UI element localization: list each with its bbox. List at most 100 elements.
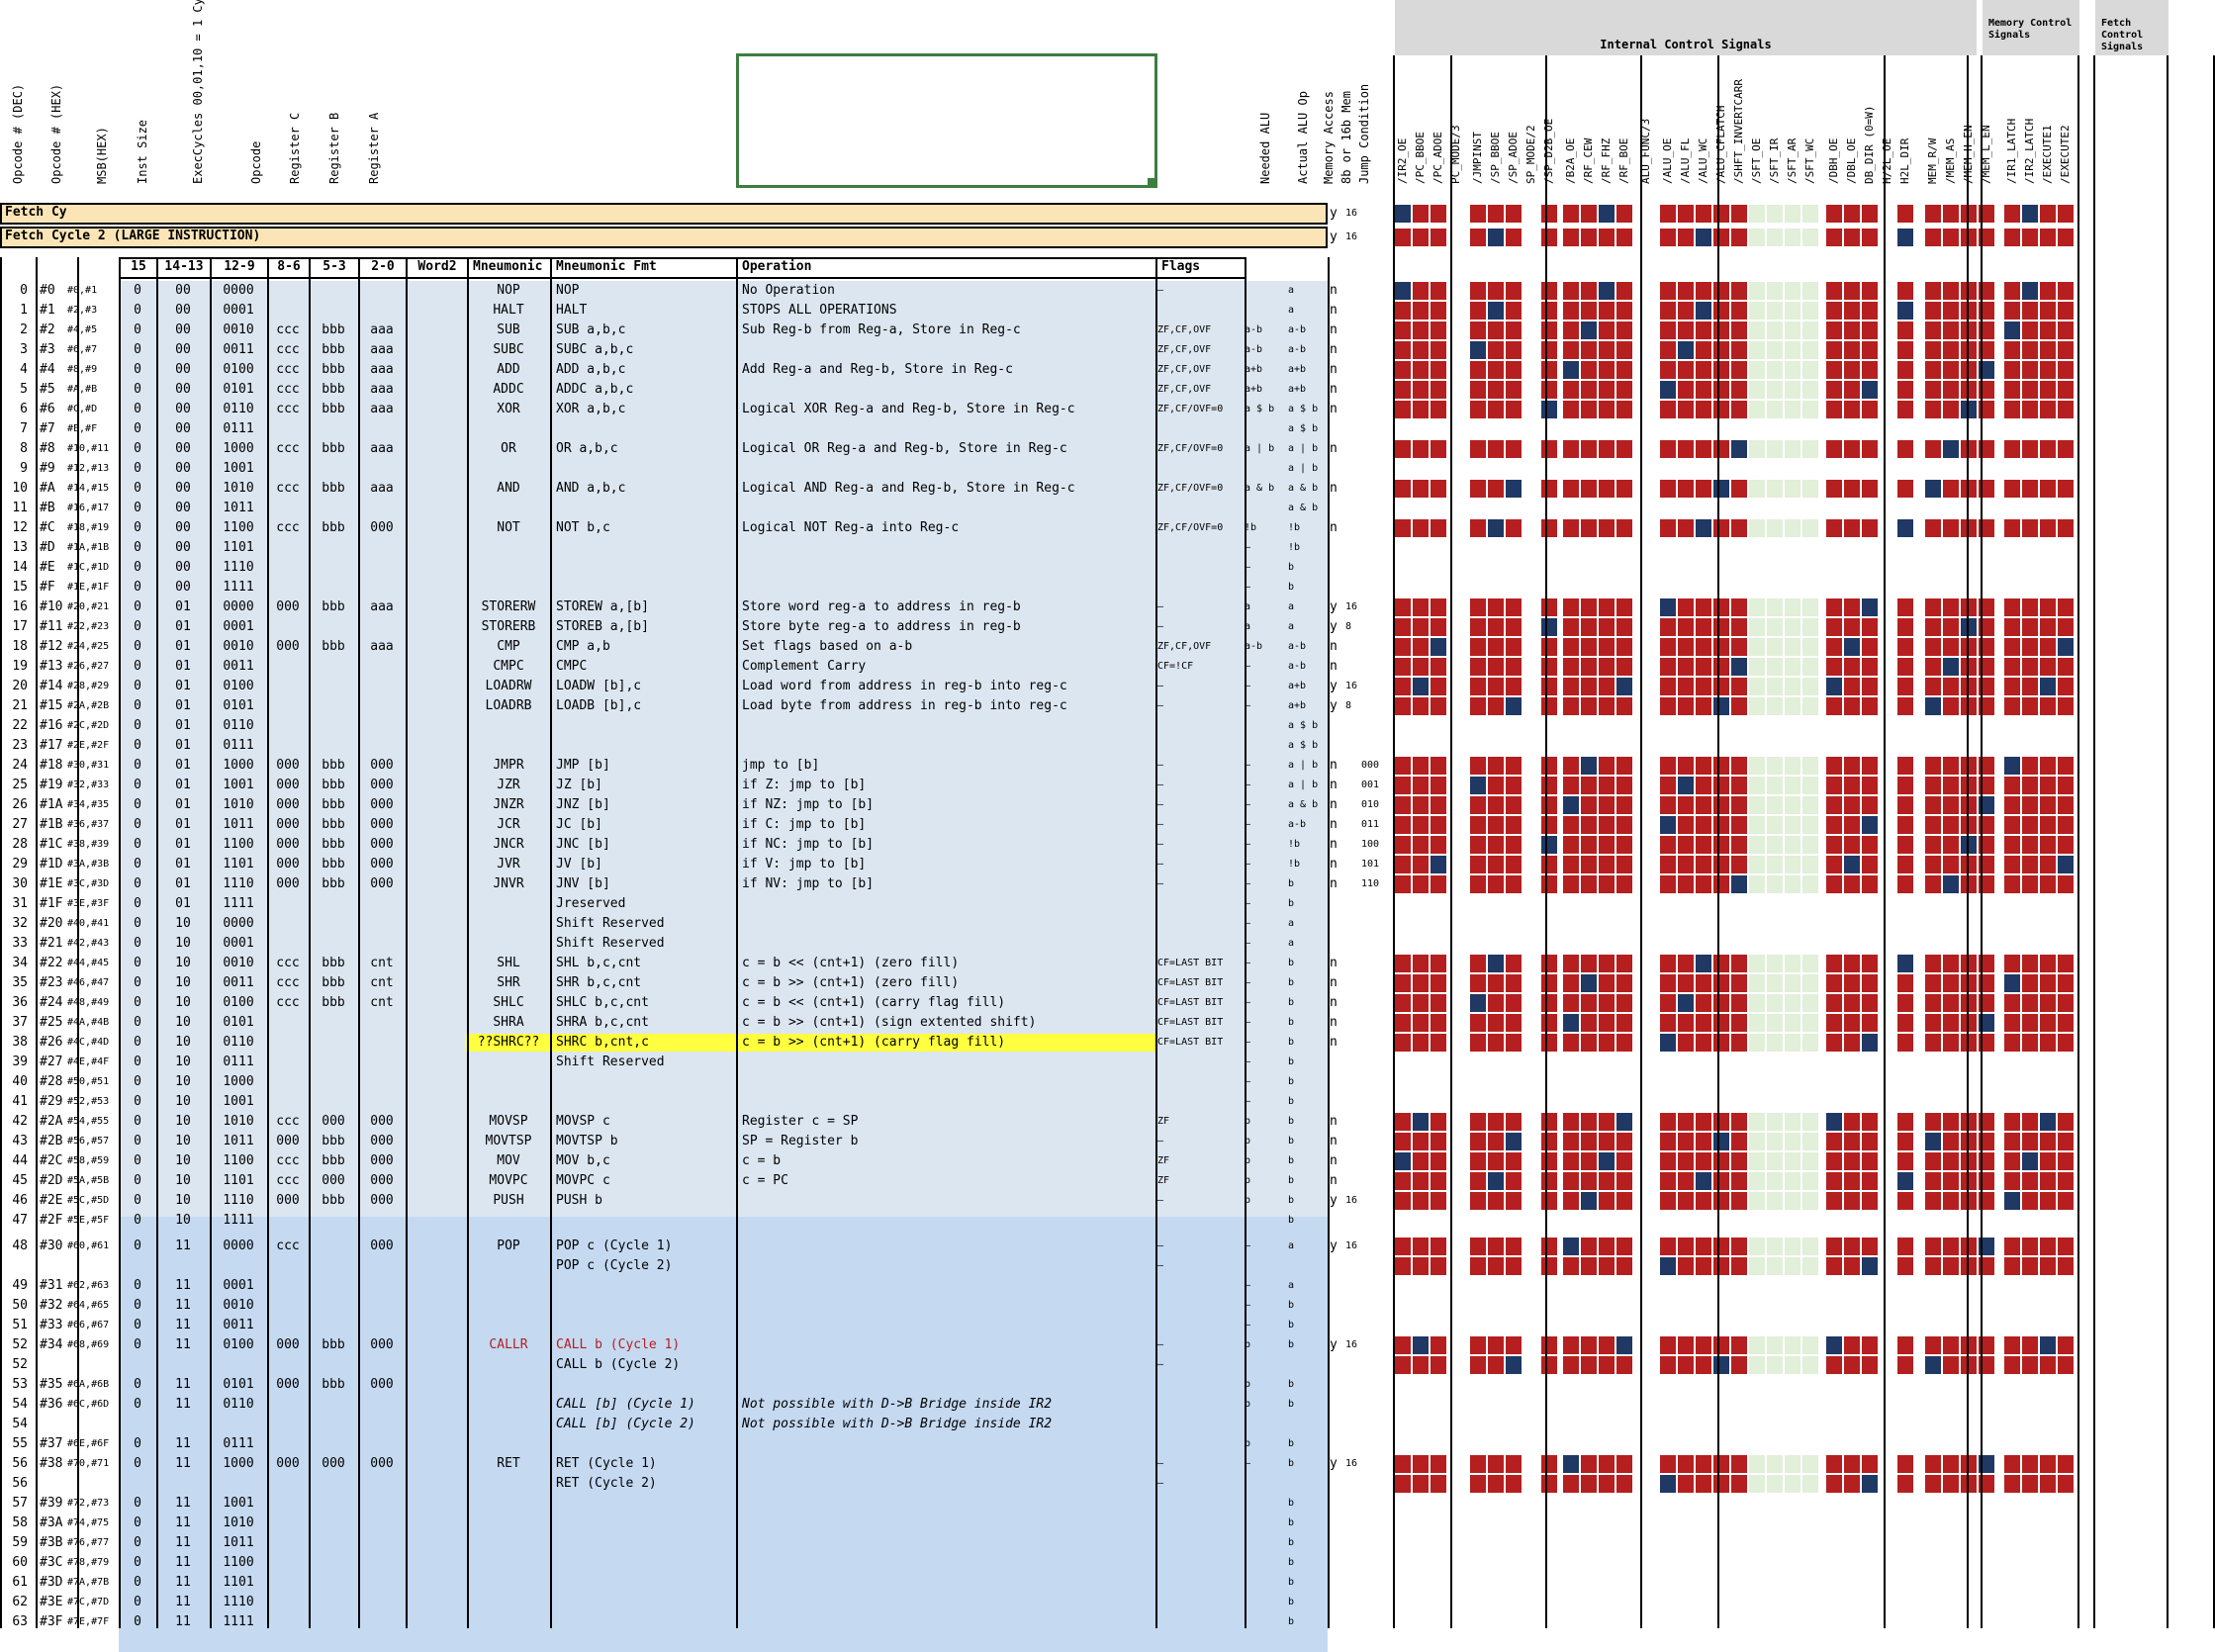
signal-cell <box>1826 321 1842 339</box>
signal-cell <box>2022 1034 2038 1052</box>
msb-hex: #6C,#6D <box>67 1399 110 1410</box>
signal-cell <box>1749 440 1765 458</box>
mnemonic-fmt: POP c (Cycle 1) <box>556 1239 673 1253</box>
signal-cell <box>1862 440 1878 458</box>
signal-cell <box>1802 777 1818 794</box>
opcode-dec: 34 <box>12 956 28 970</box>
signal-cell <box>1616 1113 1632 1131</box>
opcode-dec: 6 <box>20 402 28 416</box>
signal-cell <box>1785 796 1800 814</box>
column-divider <box>1328 257 1330 1628</box>
signal-code <box>1880 204 1899 224</box>
signal-cell <box>1599 816 1615 834</box>
actual-alu-op: a <box>1288 621 1295 632</box>
signal-cell <box>1563 401 1579 418</box>
signal-code <box>1880 1237 1899 1256</box>
flags: – <box>1157 1260 1164 1271</box>
needed-alu: – <box>1245 1076 1251 1087</box>
signal-cell <box>1660 816 1676 834</box>
signal-cell <box>1541 1172 1557 1190</box>
needed-alu: a-b <box>1245 641 1263 652</box>
signal-divider <box>1967 55 1969 1628</box>
signal-cell <box>1599 1113 1615 1131</box>
mnemonic: CMPC <box>493 659 524 674</box>
signal-cell <box>2040 321 2056 339</box>
inst-size: 0 <box>134 1035 141 1050</box>
msb-hex: #56,#57 <box>67 1136 110 1147</box>
signal-cell <box>1660 875 1676 893</box>
signal-cell <box>1826 229 1842 246</box>
signal-header: PC_MODE/3 <box>1446 55 1466 188</box>
signal-cell <box>1925 856 1941 873</box>
memory-access: n <box>1330 283 1338 298</box>
exec-cycles: 01 <box>175 679 191 693</box>
signal-cell <box>1802 1238 1818 1255</box>
signal-cell <box>1616 856 1632 873</box>
signal-cell <box>1713 302 1729 320</box>
opcode-dec: 4 <box>20 362 28 377</box>
inst-size: 0 <box>134 619 141 634</box>
signal-cell <box>1696 519 1711 537</box>
signal-label: /SFT_AR <box>1786 138 1799 184</box>
signal-cell <box>1678 678 1694 695</box>
opcode-dec: 44 <box>12 1153 28 1168</box>
signal-cell <box>1925 658 1941 676</box>
signal-cell <box>1541 1192 1557 1210</box>
signal-cell <box>1395 955 1411 972</box>
opcode-dec: 54 <box>12 1417 28 1431</box>
signal-cell <box>1470 1356 1486 1374</box>
opcode-dec: 29 <box>12 857 28 872</box>
signal-code <box>1880 973 1899 993</box>
inst-size: 0 <box>134 1515 141 1530</box>
signal-cell <box>1802 994 1818 1012</box>
signal-cell <box>1470 836 1486 854</box>
signal-cell <box>1563 1152 1579 1170</box>
group-internal-signals: Internal Control Signals <box>1395 0 1977 55</box>
signal-cell <box>1488 658 1504 676</box>
inst-size: 0 <box>134 421 141 436</box>
signal-cell <box>1470 302 1486 320</box>
signal-cell <box>1897 361 1913 379</box>
signal-code <box>1523 696 1543 716</box>
selection-handle[interactable] <box>1148 178 1155 186</box>
msb-hex: #48,#49 <box>67 997 110 1008</box>
signal-cell <box>1678 875 1694 893</box>
opcode-bits: 1110 <box>223 876 254 891</box>
signal-code <box>1523 1355 1543 1375</box>
signal-header: /ALU_WC <box>1694 55 1713 188</box>
signal-cell <box>2058 321 2074 339</box>
signal-cell <box>1563 1356 1579 1374</box>
msb-hex: #4E,#4F <box>67 1056 110 1067</box>
opcode-dec: 15 <box>12 580 28 595</box>
signal-cell <box>1616 381 1632 399</box>
signal-cell <box>1395 341 1411 359</box>
signal-cell <box>1943 519 1959 537</box>
signal-cell <box>1802 302 1818 320</box>
signal-cell <box>1413 1014 1429 1032</box>
signal-cell <box>2058 1152 2074 1170</box>
signal-cell <box>1862 1133 1878 1150</box>
signal-cell <box>1506 282 1522 300</box>
signal-cell <box>1616 341 1632 359</box>
opcode-bits: 0100 <box>223 995 254 1010</box>
signal-cell <box>1844 1172 1860 1190</box>
header-col-label: Opcode <box>249 140 263 184</box>
signal-cell <box>2004 519 2020 537</box>
signal-header: DB_DIR (0=W) <box>1860 55 1880 188</box>
signal-cell <box>2004 480 2020 498</box>
signal-header: /RF_CEW <box>1579 55 1599 188</box>
signal-cell <box>1897 1257 1913 1275</box>
mnemonic <box>467 934 550 954</box>
signal-cell <box>1897 1356 1913 1374</box>
msb-hex: #7A,#7B <box>67 1577 110 1588</box>
reg-a: 000 <box>370 1114 394 1129</box>
signal-cell <box>1713 519 1729 537</box>
signal-cell <box>1599 321 1615 339</box>
signal-cell <box>1506 678 1522 695</box>
signal-cell <box>1660 697 1676 715</box>
selected-cell[interactable] <box>736 53 1157 188</box>
signal-cell <box>1961 1475 1977 1493</box>
signal-cell <box>1826 875 1842 893</box>
needed-alu: – <box>1245 878 1251 889</box>
inst-size: 0 <box>134 1337 141 1352</box>
